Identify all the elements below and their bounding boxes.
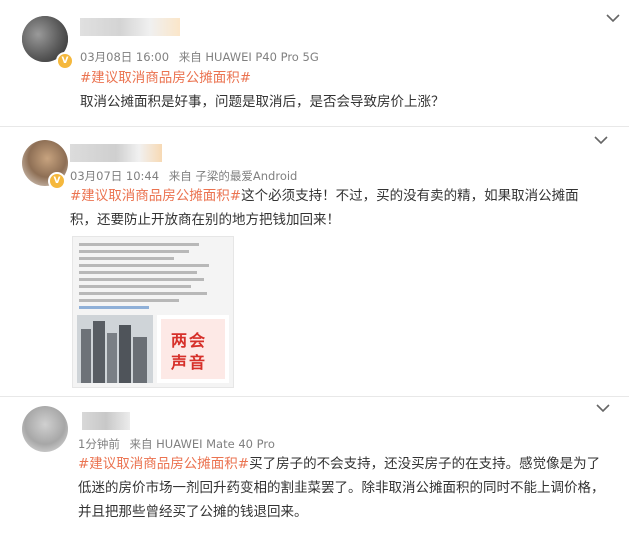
- verified-badge-icon: V: [56, 52, 74, 70]
- comment-text: #建议取消商品房公摊面积#这个必须支持！不过，买的没有卖的精，如果取消公摊面积，…: [70, 184, 602, 232]
- username-blurred[interactable]: [82, 412, 130, 430]
- post-source: 来自 HUAWEI P40 Pro 5G: [178, 50, 319, 64]
- attached-image[interactable]: 两会 声音: [72, 236, 234, 388]
- chevron-down-icon[interactable]: [592, 134, 610, 146]
- hashtag-link[interactable]: #建议取消商品房公摊面积#: [70, 188, 241, 204]
- avatar[interactable]: [22, 406, 68, 452]
- article-image-graphic: [77, 243, 229, 383]
- comment-text: #建议取消商品房公摊面积#: [80, 66, 600, 90]
- post-source: 来自 HUAWEI Mate 40 Pro: [129, 437, 275, 451]
- username-blurred[interactable]: [70, 144, 162, 162]
- verified-badge-icon: V: [48, 172, 66, 190]
- hashtag-link[interactable]: #建议取消商品房公摊面积#: [78, 456, 249, 472]
- image-badge-line2: 声音: [171, 353, 208, 372]
- chevron-down-icon[interactable]: [604, 12, 622, 24]
- post-time[interactable]: 03月07日 10:44: [70, 169, 159, 183]
- comment-text: 取消公摊面积是好事，问题是取消后，是否会导致房价上涨？: [80, 90, 610, 114]
- post-time[interactable]: 1分钟前: [78, 437, 120, 451]
- post-meta: 03月08日 16:00 来自 HUAWEI P40 Pro 5G: [80, 49, 325, 65]
- post-source: 来自 子梁的最爱Android: [168, 169, 298, 183]
- post-meta: 03月07日 10:44 来自 子梁的最爱Android: [70, 168, 303, 184]
- chevron-down-icon[interactable]: [594, 402, 612, 414]
- post-meta: 1分钟前 来自 HUAWEI Mate 40 Pro: [78, 436, 281, 452]
- hashtag-link[interactable]: #建议取消商品房公摊面积#: [80, 70, 251, 86]
- image-badge-line1: 两会: [171, 331, 208, 350]
- comment-body: 取消公摊面积是好事，问题是取消后，是否会导致房价上涨？: [80, 94, 445, 110]
- comment-2: V 03月07日 10:44 来自 子梁的最爱Android #建议取消商品房公…: [0, 126, 629, 396]
- post-time[interactable]: 03月08日 16:00: [80, 50, 169, 64]
- comment-text: #建议取消商品房公摊面积#买了房子的不会支持，还没买房子的在支持。感觉像是为了低…: [78, 452, 610, 524]
- comment-3: 1分钟前 来自 HUAWEI Mate 40 Pro #建议取消商品房公摊面积#…: [0, 396, 629, 538]
- comment-1: V 03月08日 16:00 来自 HUAWEI P40 Pro 5G #建议取…: [0, 0, 629, 126]
- username-blurred[interactable]: [80, 18, 180, 36]
